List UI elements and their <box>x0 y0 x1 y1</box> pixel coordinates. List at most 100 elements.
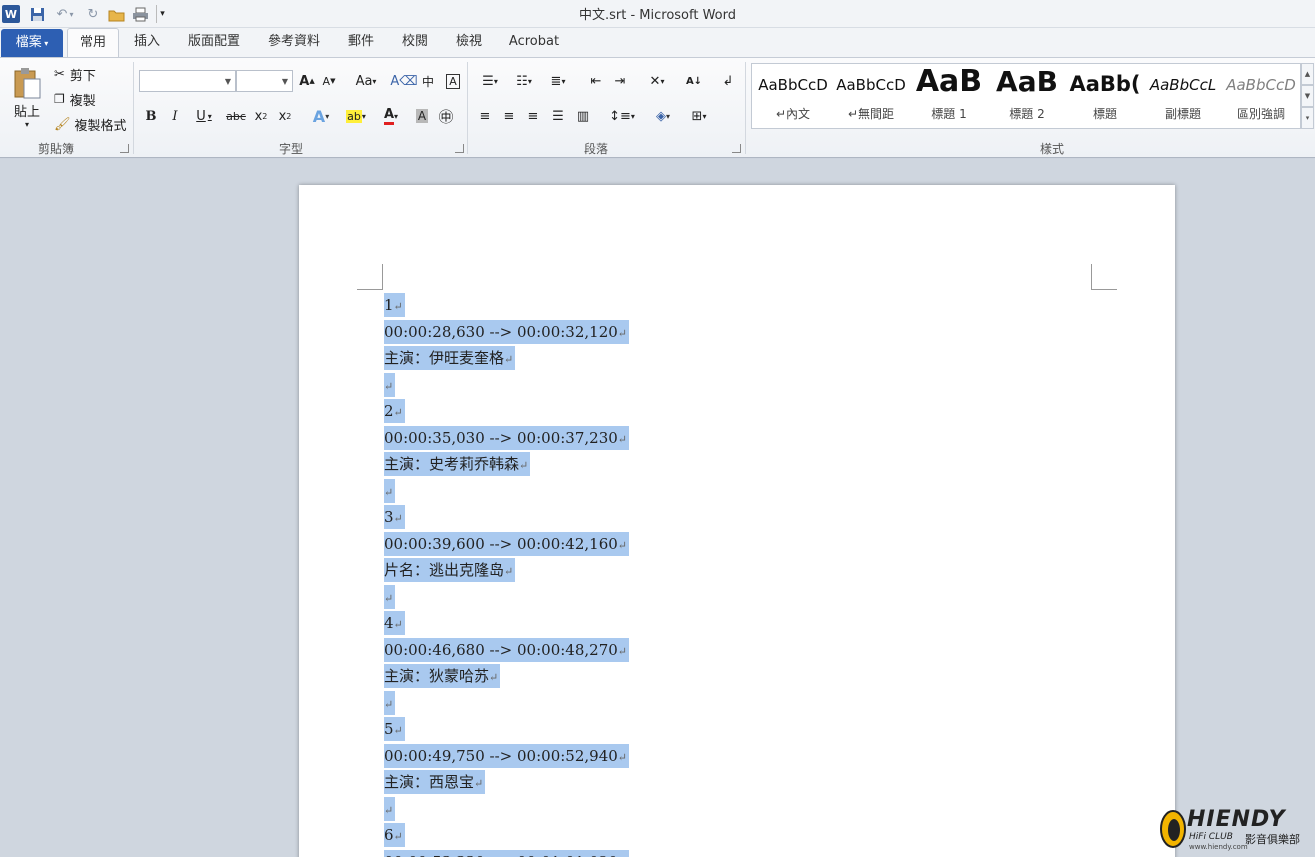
paragraph-mark-icon: ↵ <box>384 591 394 605</box>
shading-icon[interactable]: ◈ ▾ <box>648 105 678 127</box>
increase-indent-icon[interactable]: ⇥ <box>610 70 630 92</box>
document-line[interactable]: 00:00:28,630 --> 00:00:32,120↵ <box>384 319 629 344</box>
document-line[interactable]: 主演：西恩宝↵ <box>384 770 486 794</box>
paragraph-mark-icon: ↵ <box>617 538 627 552</box>
document-line[interactable]: 1↵ <box>384 293 405 317</box>
tab-file[interactable]: 檔案 ▾ <box>1 29 63 57</box>
watermark-cn: 影音俱樂部 <box>1245 833 1300 846</box>
clear-formatting-icon[interactable]: A⌫ <box>390 70 417 92</box>
style-subtitle[interactable]: AaBbCcL 副標題 <box>1144 64 1222 128</box>
title-bar: W ↶ ▾ ↻ ▾ 中文.srt - Microsoft Word <box>0 0 1315 28</box>
align-center-icon[interactable]: ≡ <box>499 105 519 127</box>
paste-icon <box>14 68 41 99</box>
font-launcher-icon[interactable] <box>455 144 464 153</box>
tab-acrobat[interactable]: Acrobat <box>500 28 568 57</box>
document-line[interactable]: 00:00:46,680 --> 00:00:48,270↵ <box>384 637 629 662</box>
borders-icon[interactable]: ⊞ ▾ <box>684 105 714 127</box>
tab-insert[interactable]: 插入 <box>124 28 170 57</box>
document-line[interactable]: 5↵ <box>384 717 405 741</box>
cut-button[interactable]: ✂ 剪下 <box>54 63 114 85</box>
multilevel-list-icon[interactable]: ≣ ▾ <box>543 70 573 92</box>
gallery-down-icon[interactable]: ▼ <box>1301 85 1314 107</box>
style-normal[interactable]: AaBbCcD ↵內文 <box>754 64 832 128</box>
grow-font-icon[interactable]: A ▲ <box>298 70 316 92</box>
tab-review[interactable]: 校閱 <box>392 28 438 57</box>
line-text: 5 <box>384 720 394 738</box>
watermark-brand: HIENDY <box>1187 807 1286 832</box>
tab-page-layout[interactable]: 版面配置 <box>178 28 250 57</box>
brush-icon: 🖌 <box>54 116 71 132</box>
enclose-characters-icon[interactable]: ㊥ <box>436 105 456 127</box>
watermark-sub: HiFi CLUB <box>1189 832 1233 842</box>
subscript-button[interactable]: x2 <box>251 105 271 127</box>
document-line[interactable]: 4↵ <box>384 611 405 635</box>
document-line[interactable]: ↵ <box>384 478 396 503</box>
window-title: 中文.srt - Microsoft Word <box>578 8 736 23</box>
tab-mailings[interactable]: 郵件 <box>338 28 384 57</box>
line-spacing-icon[interactable]: ↕≡ ▾ <box>607 105 637 127</box>
document-line[interactable]: ↵ <box>384 584 396 609</box>
document-line[interactable]: 00:00:49,750 --> 00:00:52,940↵ <box>384 743 629 768</box>
character-border-icon[interactable]: A <box>444 70 462 92</box>
decrease-indent-icon[interactable]: ⇤ <box>586 70 606 92</box>
tab-view[interactable]: 檢視 <box>446 28 492 57</box>
style-heading-2[interactable]: AaB 標題 2 <box>988 64 1066 128</box>
document-line[interactable]: ↵ <box>384 372 396 397</box>
align-right-icon[interactable]: ≡ <box>523 105 543 127</box>
paste-button[interactable]: 貼上 ▾ <box>8 62 46 134</box>
highlight-color-icon[interactable]: ab ▾ <box>340 105 372 127</box>
phonetic-guide-icon[interactable]: 中 <box>418 70 438 92</box>
document-line[interactable]: 00:00:53,330 --> 00:01:01,020↵ <box>384 849 629 857</box>
clipboard-launcher-icon[interactable] <box>120 144 129 153</box>
document-area[interactable]: 1↵ 00:00:28,630 --> 00:00:32,120↵ 主演：伊旺麦奎格… <box>0 159 1315 857</box>
document-line[interactable]: 6↵ <box>384 823 405 847</box>
document-line[interactable]: 主演：狄蒙哈苏↵ <box>384 664 501 688</box>
paragraph-mark-icon: ↵ <box>474 777 484 790</box>
style-subtle-emphasis[interactable]: AaBbCcD 區別強調 <box>1222 64 1300 128</box>
styles-group-label: 樣式 <box>1039 142 1064 156</box>
superscript-button[interactable]: x2 <box>275 105 295 127</box>
gallery-more-icon[interactable]: ▾ <box>1301 107 1314 129</box>
line-text: 主演：伊旺麦奎格 <box>384 349 505 367</box>
text-effects-icon[interactable]: A ▾ <box>306 105 336 127</box>
document-line[interactable]: ↵ <box>384 796 396 821</box>
document-line[interactable]: 主演：伊旺麦奎格↵ <box>384 346 516 370</box>
copy-button[interactable]: ❐ 複製 <box>54 88 114 110</box>
shrink-font-icon[interactable]: A ▼ <box>320 70 338 92</box>
document-line[interactable]: 00:00:39,600 --> 00:00:42,160↵ <box>384 531 629 556</box>
font-name-combo[interactable]: ▼ <box>139 70 236 92</box>
paragraph-mark-icon: ↵ <box>617 644 627 658</box>
gallery-up-icon[interactable]: ▲ <box>1301 63 1314 85</box>
document-line[interactable]: 3↵ <box>384 505 405 529</box>
change-case-icon[interactable]: Aa ▾ <box>352 70 380 92</box>
style-title[interactable]: AaBb( 標題 <box>1066 64 1144 128</box>
document-line[interactable]: 00:00:35,030 --> 00:00:37,230↵ <box>384 425 629 450</box>
strikethrough-button[interactable]: abc <box>225 105 247 127</box>
underline-button[interactable]: U ▾ <box>189 105 219 127</box>
align-left-icon[interactable]: ≡ <box>475 105 495 127</box>
justify-icon[interactable]: ☰ <box>548 105 568 127</box>
font-size-combo[interactable]: ▼ <box>236 70 293 92</box>
italic-button[interactable]: I <box>165 105 185 127</box>
line-text: 00:00:28,630 --> 00:00:32,120 <box>384 322 618 341</box>
document-line[interactable]: 片名：逃出克隆岛↵ <box>384 558 516 582</box>
paragraph-launcher-icon[interactable] <box>732 144 741 153</box>
style-heading-1[interactable]: AaB 標題 1 <box>910 64 988 128</box>
bold-button[interactable]: B <box>141 105 161 127</box>
tab-home[interactable]: 常用 <box>67 28 119 58</box>
show-hide-marks-icon[interactable]: ↲ <box>718 70 738 92</box>
font-color-icon[interactable]: A ▾ <box>376 105 406 127</box>
format-painter-button[interactable]: 🖌 複製格式 <box>54 113 130 135</box>
numbering-icon[interactable]: ☷ ▾ <box>509 70 539 92</box>
distributed-icon[interactable]: ▥ <box>573 105 593 127</box>
document-page[interactable]: 1↵ 00:00:28,630 --> 00:00:32,120↵ 主演：伊旺麦奎格… <box>299 185 1175 857</box>
document-line[interactable]: 2↵ <box>384 399 405 423</box>
bullets-icon[interactable]: ☰ ▾ <box>475 70 505 92</box>
style-no-spacing[interactable]: AaBbCcD ↵無間距 <box>832 64 910 128</box>
asian-layout-icon[interactable]: ✕ ▾ <box>642 70 672 92</box>
tab-references[interactable]: 參考資料 <box>258 28 330 57</box>
document-line[interactable]: ↵ <box>384 690 396 715</box>
character-shading-icon[interactable]: A <box>412 105 432 127</box>
document-line[interactable]: 主演：史考莉乔韩森↵ <box>384 452 531 476</box>
sort-icon[interactable]: A↓ <box>684 70 704 92</box>
